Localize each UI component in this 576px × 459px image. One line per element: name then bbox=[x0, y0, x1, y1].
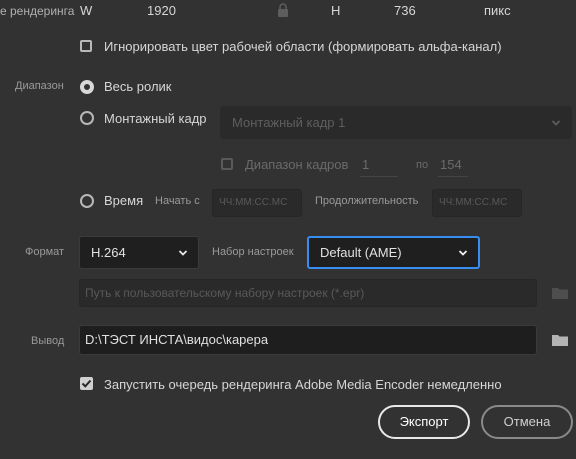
folder-icon[interactable] bbox=[552, 334, 568, 346]
ignore-workspace-color-checkbox[interactable] bbox=[80, 40, 92, 52]
width-value[interactable]: 1920 bbox=[147, 3, 176, 18]
export-button[interactable]: Экспорт bbox=[378, 405, 470, 439]
render-settings-dialog: е рендеринга W 1920 H 736 пикс Игнориров… bbox=[0, 0, 576, 459]
frame-range-label: Диапазон кадров bbox=[245, 157, 349, 172]
whole-clip-label: Весь ролик bbox=[104, 79, 172, 94]
output-label: Вывод bbox=[31, 335, 65, 347]
duration-input[interactable]: ЧЧ:ММ:СС.МС bbox=[432, 189, 522, 217]
launch-queue-checkbox[interactable] bbox=[80, 377, 93, 390]
preset-dropdown-value: Default (AME) bbox=[320, 245, 402, 260]
frame-to-underline bbox=[438, 176, 468, 177]
start-at-label: Начать с bbox=[155, 195, 200, 207]
time-label: Время bbox=[104, 193, 144, 208]
custom-preset-path-input[interactable]: Путь к пользовательскому набору настроек… bbox=[79, 279, 537, 307]
work-frame-radio[interactable] bbox=[80, 111, 94, 125]
launch-queue-label: Запустить очередь рендеринга Adobe Media… bbox=[104, 377, 502, 392]
start-time-input[interactable]: ЧЧ:ММ:СС.МС bbox=[212, 189, 302, 217]
frame-to-input[interactable]: 154 bbox=[440, 157, 462, 172]
work-frame-dropdown-value: Монтажный кадр 1 bbox=[232, 115, 346, 130]
frame-to-label: по bbox=[416, 159, 429, 171]
format-label: Формат bbox=[25, 246, 65, 258]
height-label: H bbox=[331, 3, 341, 18]
frame-from-input[interactable]: 1 bbox=[362, 157, 369, 172]
chevron-down-icon bbox=[458, 249, 468, 256]
frame-range-checkbox[interactable] bbox=[221, 158, 233, 170]
chevron-down-icon bbox=[178, 249, 188, 256]
cancel-button[interactable]: Отмена bbox=[481, 405, 573, 439]
preset-label: Набор настроек bbox=[212, 246, 294, 258]
render-size-label: е рендеринга bbox=[0, 4, 75, 18]
output-path-input[interactable]: D:\ТЭСТ ИНСТА\видос\карера bbox=[79, 325, 537, 355]
lock-icon[interactable] bbox=[277, 3, 289, 18]
height-value[interactable]: 736 bbox=[394, 3, 416, 18]
time-radio[interactable] bbox=[80, 194, 94, 208]
range-label: Диапазон bbox=[15, 80, 64, 92]
pixels-unit-label: пикс bbox=[484, 3, 511, 18]
width-label: W bbox=[80, 3, 93, 18]
preset-dropdown[interactable]: Default (AME) bbox=[307, 236, 480, 269]
work-frame-dropdown[interactable]: Монтажный кадр 1 bbox=[220, 106, 572, 139]
chevron-down-icon bbox=[551, 119, 561, 126]
whole-clip-radio[interactable] bbox=[80, 80, 94, 94]
frame-from-underline bbox=[360, 176, 398, 177]
ignore-workspace-color-label: Игнорировать цвет рабочей области (форми… bbox=[104, 39, 502, 54]
format-dropdown[interactable]: H.264 bbox=[79, 236, 199, 269]
format-dropdown-value: H.264 bbox=[91, 245, 126, 260]
work-frame-label: Монтажный кадр bbox=[104, 111, 207, 126]
checkmark-icon bbox=[81, 379, 92, 388]
folder-icon[interactable] bbox=[552, 287, 568, 299]
duration-label: Продолжительность bbox=[315, 195, 419, 207]
